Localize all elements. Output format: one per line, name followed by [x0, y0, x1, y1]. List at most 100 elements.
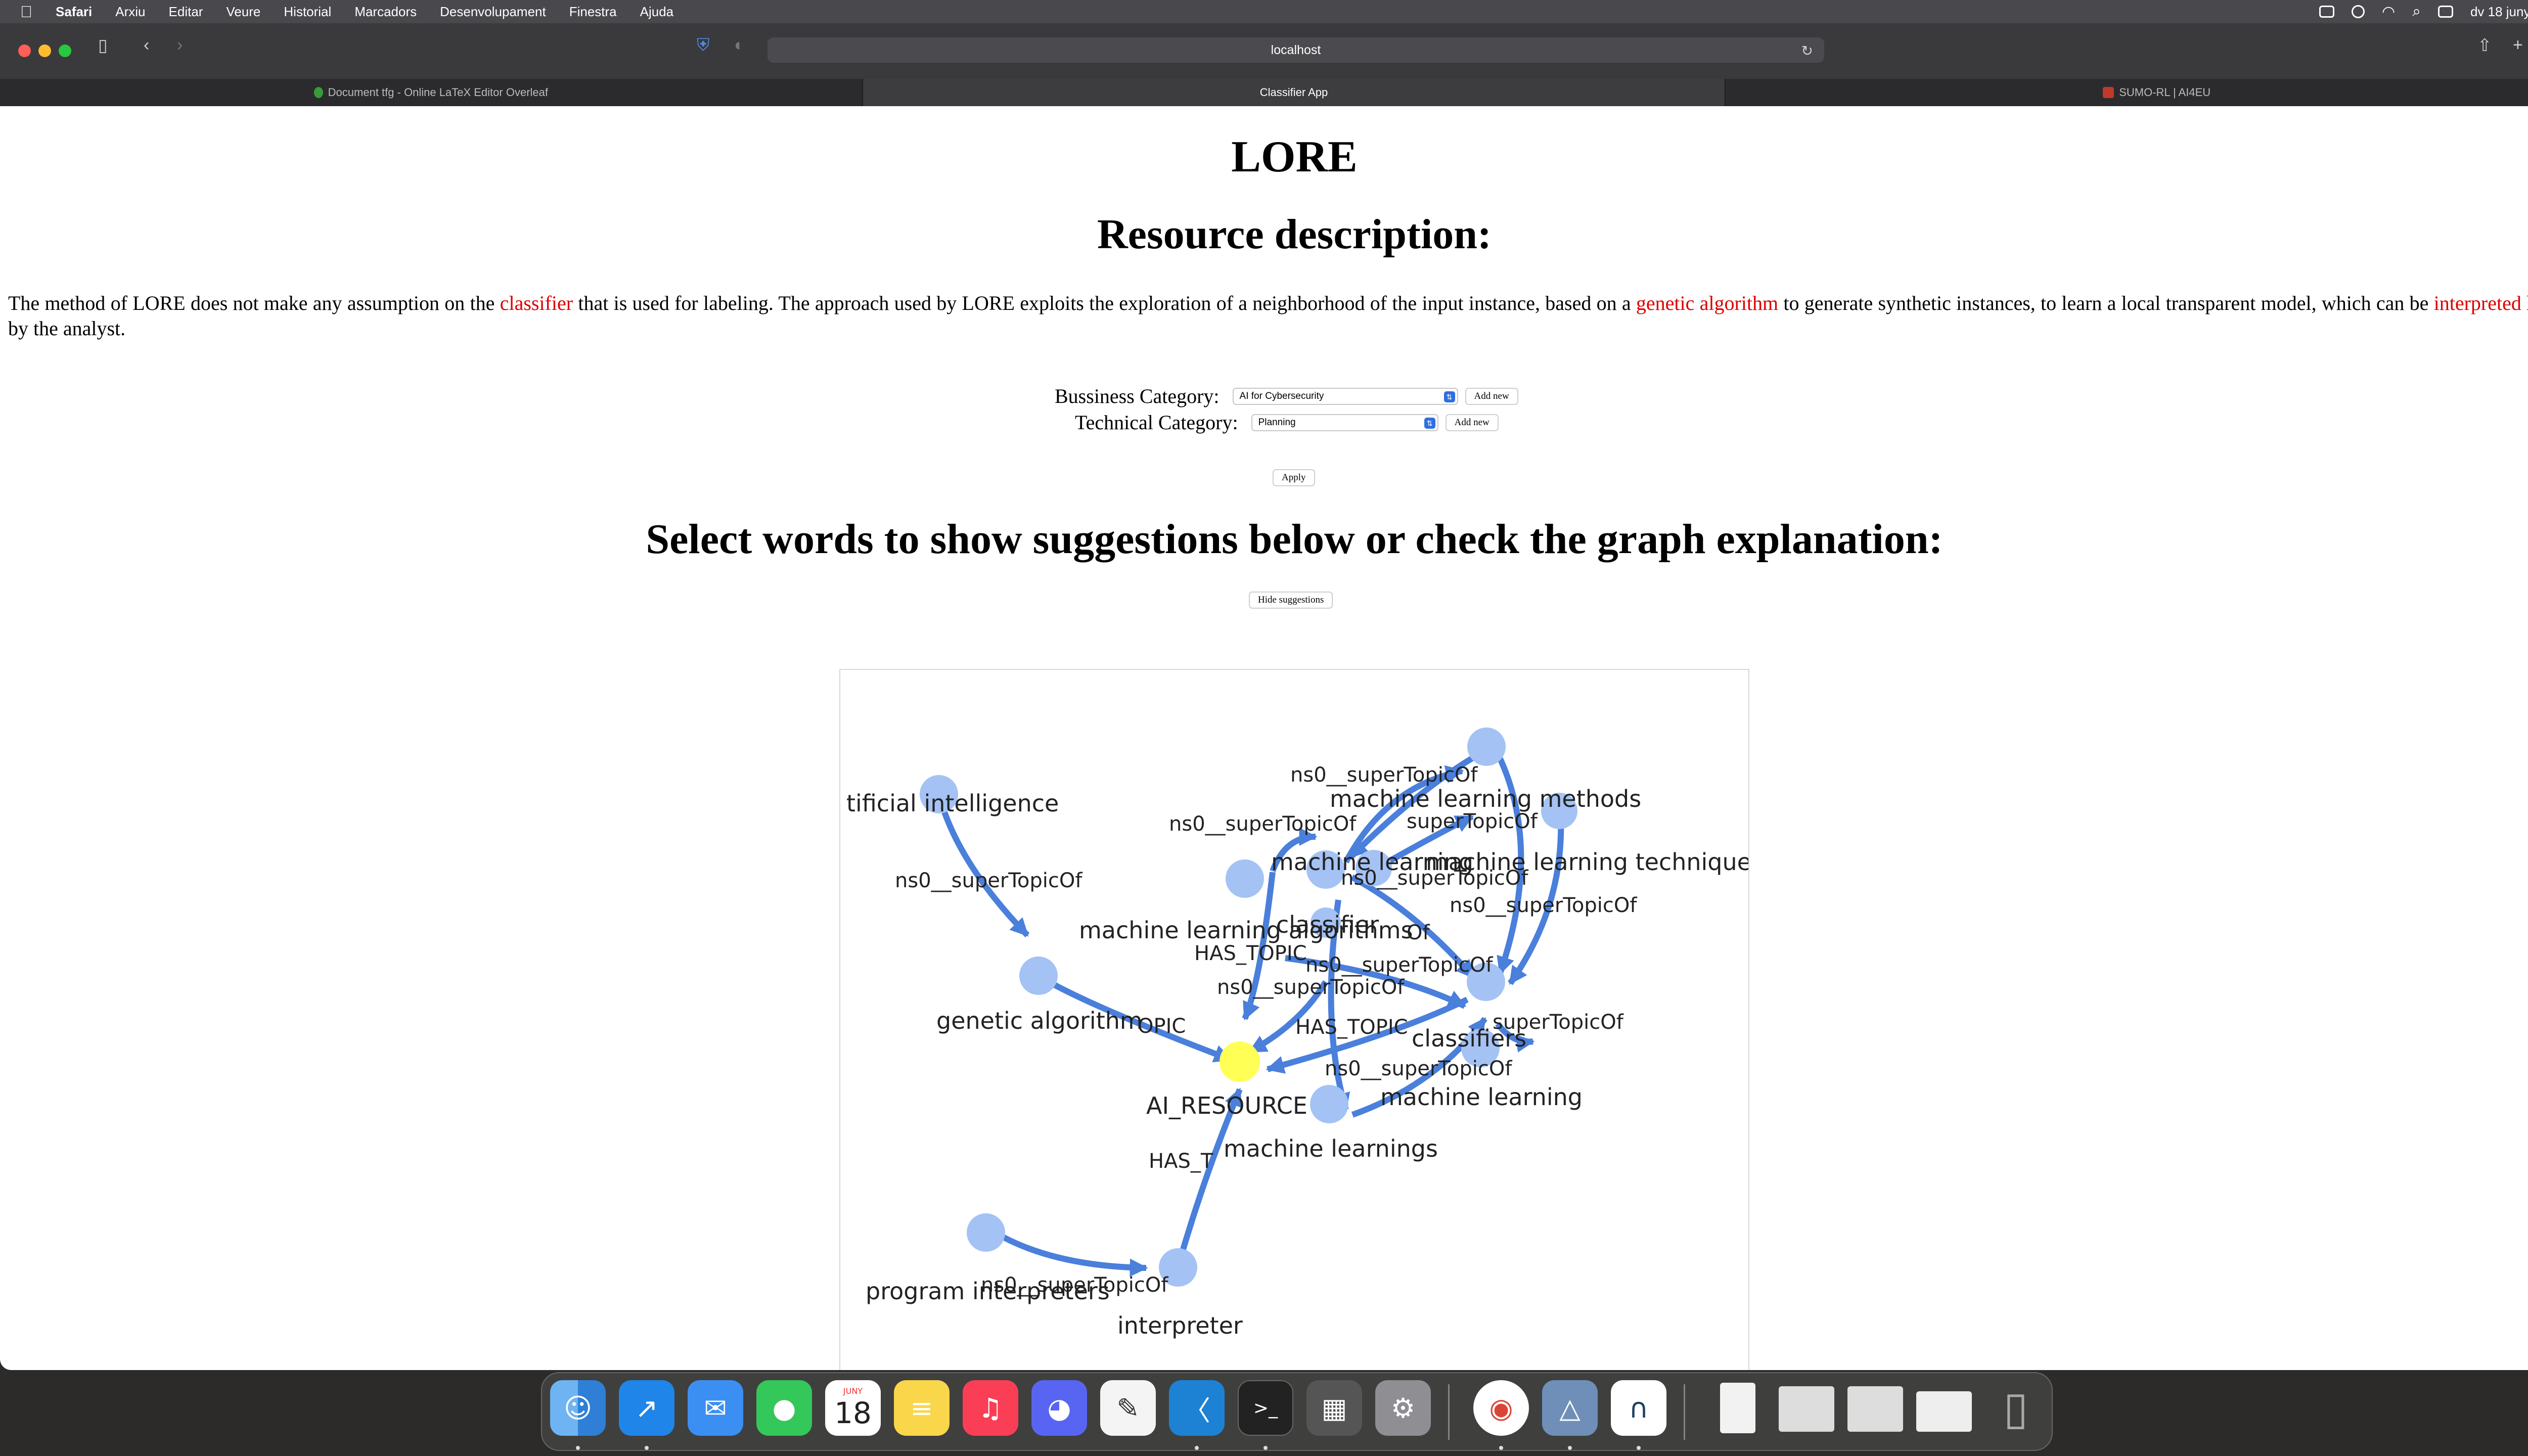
menu-historial[interactable]: Historial	[284, 4, 331, 20]
chevron-updown-icon: ⇅	[1424, 417, 1435, 429]
search-icon[interactable]: ⌕	[2412, 3, 2421, 20]
node-label: classifier	[1276, 911, 1379, 938]
calendar-month: JUNY	[843, 1386, 863, 1396]
trash-icon[interactable]: ▯	[1988, 1380, 2044, 1436]
running-indicator	[1499, 1446, 1503, 1450]
safari-icon[interactable]: ↗	[619, 1380, 674, 1436]
edge-label: HAS_TOPIC	[1295, 1016, 1408, 1039]
menu-veure[interactable]: Veure	[226, 4, 260, 20]
business-add-new-button[interactable]: Add new	[1465, 387, 1518, 405]
forward-icon[interactable]: ›	[177, 35, 183, 55]
description-text: to generate synthetic instances, to lear…	[1778, 292, 2434, 314]
sidebar-toggle-icon[interactable]: ▯	[98, 35, 108, 56]
page-title: LORE	[1231, 132, 1358, 181]
ai4eu-icon	[2103, 87, 2114, 98]
tab-bar: Document tfg - Online LaTeX Editor Overl…	[0, 79, 2528, 106]
business-category-select[interactable]: AI for Cybersecurity ⇅	[1232, 387, 1458, 405]
menubar-app-icon[interactable]	[2319, 6, 2334, 18]
menu-arxiu[interactable]: Arxiu	[115, 4, 145, 20]
node-label: AI_RESOURCE	[1146, 1092, 1307, 1119]
share-icon[interactable]: ⇧	[2477, 35, 2492, 56]
running-indicator	[1568, 1446, 1572, 1450]
menubar-clock[interactable]: dv 18 juny 16:15	[2470, 4, 2528, 20]
address-bar[interactable]: localhost ↻	[768, 37, 1824, 63]
apply-button[interactable]: Apply	[1273, 469, 1315, 486]
wifi-icon[interactable]: ◠	[2382, 3, 2395, 21]
running-indicator	[576, 1446, 580, 1450]
graph-canvas[interactable]: tificial intelligence genetic algorithm …	[840, 670, 1749, 1370]
calendar-icon[interactable]: JUNY 18	[825, 1380, 881, 1436]
pages-icon[interactable]: ✎	[1100, 1380, 1156, 1436]
menu-finestra[interactable]: Finestra	[569, 4, 617, 20]
messages-icon[interactable]: ●	[756, 1380, 812, 1436]
menu-marcadors[interactable]: Marcadors	[354, 4, 417, 20]
node-left[interactable]	[1226, 859, 1264, 898]
control-center-icon[interactable]	[2437, 6, 2453, 18]
dock: ☺ ↗ ✉ ● JUNY 18 ≡ ♫ ◕ ✎ 〈 >_ ▦ ⚙ ◉ △ ∩ ▯	[541, 1372, 2053, 1451]
node-program-interpreters[interactable]	[967, 1213, 1005, 1252]
new-tab-icon[interactable]: +	[2513, 35, 2523, 55]
resource-heading: Resource description:	[1097, 211, 1492, 258]
menu-ajuda[interactable]: Ajuda	[640, 4, 674, 20]
dock-separator	[1448, 1384, 1450, 1440]
zoom-window-button[interactable]	[59, 44, 71, 57]
recent-document-icon[interactable]	[1847, 1386, 1903, 1432]
preview-icon[interactable]: △	[1542, 1380, 1598, 1436]
reload-icon[interactable]: ↻	[1801, 42, 1813, 59]
technical-category-label: Technical Category:	[1075, 411, 1238, 434]
extension-icon[interactable]: ◐	[734, 35, 745, 55]
recent-document-icon[interactable]	[1779, 1386, 1834, 1432]
back-icon[interactable]: ‹	[144, 35, 149, 55]
tab-sumo-rl[interactable]: SUMO-RL | AI4EU	[1726, 79, 2528, 106]
vscode-icon[interactable]: 〈	[1169, 1380, 1225, 1436]
node-label: interpreter	[1117, 1312, 1243, 1339]
url-text: localhost	[1271, 42, 1321, 57]
music-icon[interactable]: ♫	[963, 1380, 1018, 1436]
photo-booth-icon[interactable]: ▦	[1306, 1380, 1362, 1436]
interpreted-word[interactable]: interpreted	[2434, 292, 2521, 314]
running-indicator	[1263, 1446, 1268, 1450]
classifier-word[interactable]: classifier	[500, 292, 573, 314]
calendar-day: 18	[834, 1395, 872, 1430]
menu-desenvolupament[interactable]: Desenvolupament	[440, 4, 546, 20]
node-machine-learning-methods[interactable]	[1467, 727, 1506, 766]
node-genetic-algorithm[interactable]	[1019, 957, 1058, 995]
running-indicator	[1637, 1446, 1641, 1450]
app-icon[interactable]: ∩	[1611, 1380, 1666, 1436]
node-label: machine learning methods	[1330, 785, 1641, 812]
apple-icon[interactable]: 	[20, 3, 35, 21]
record-icon[interactable]	[2351, 5, 2365, 18]
node-ai-resource[interactable]	[1220, 1041, 1260, 1082]
minimize-window-button[interactable]	[38, 44, 51, 57]
edge-label: superTopicOf	[1407, 810, 1538, 833]
menu-app-safari[interactable]: Safari	[56, 4, 92, 20]
edge-label: ns0__superTopicOf	[1341, 867, 1528, 890]
privacy-shield-icon[interactable]: ⛨	[697, 35, 710, 55]
recent-window-icon[interactable]	[1916, 1391, 1972, 1432]
terminal-icon[interactable]: >_	[1238, 1380, 1293, 1436]
graph-explanation[interactable]: tificial intelligence genetic algorithm …	[839, 669, 1749, 1370]
genetic-algorithm-word[interactable]: genetic algorithm	[1636, 292, 1778, 314]
edge-label: ns0__superTopicOf	[981, 1273, 1168, 1297]
resource-description: The method of LORE does not make any ass…	[8, 291, 2528, 341]
chrome-icon[interactable]: ◉	[1473, 1380, 1529, 1436]
finder-icon[interactable]: ☺	[550, 1380, 606, 1436]
technical-category-select[interactable]: Planning ⇅	[1251, 414, 1438, 431]
tab-overleaf[interactable]: Document tfg - Online LaTeX Editor Overl…	[0, 79, 863, 106]
system-settings-icon[interactable]: ⚙	[1375, 1380, 1431, 1436]
close-window-button[interactable]	[18, 44, 31, 57]
edge-label: ns0__superTopicOf	[1450, 894, 1637, 917]
hide-suggestions-button[interactable]: Hide suggestions	[1249, 592, 1333, 609]
discord-icon[interactable]: ◕	[1031, 1380, 1087, 1436]
edge-label: Of	[1407, 921, 1430, 944]
mail-icon[interactable]: ✉	[688, 1380, 743, 1436]
business-category-value: AI for Cybersecurity	[1239, 390, 1324, 401]
document-icon[interactable]	[1710, 1380, 1766, 1436]
node-machine-learnings[interactable]	[1310, 1085, 1348, 1123]
description-text: that is used for labeling. The approach …	[573, 292, 1636, 314]
technical-add-new-button[interactable]: Add new	[1445, 414, 1499, 431]
tab-classifier-app[interactable]: Classifier App	[863, 79, 1726, 106]
notes-icon[interactable]: ≡	[894, 1380, 950, 1436]
menu-editar[interactable]: Editar	[169, 4, 203, 20]
running-indicator	[1195, 1446, 1199, 1450]
